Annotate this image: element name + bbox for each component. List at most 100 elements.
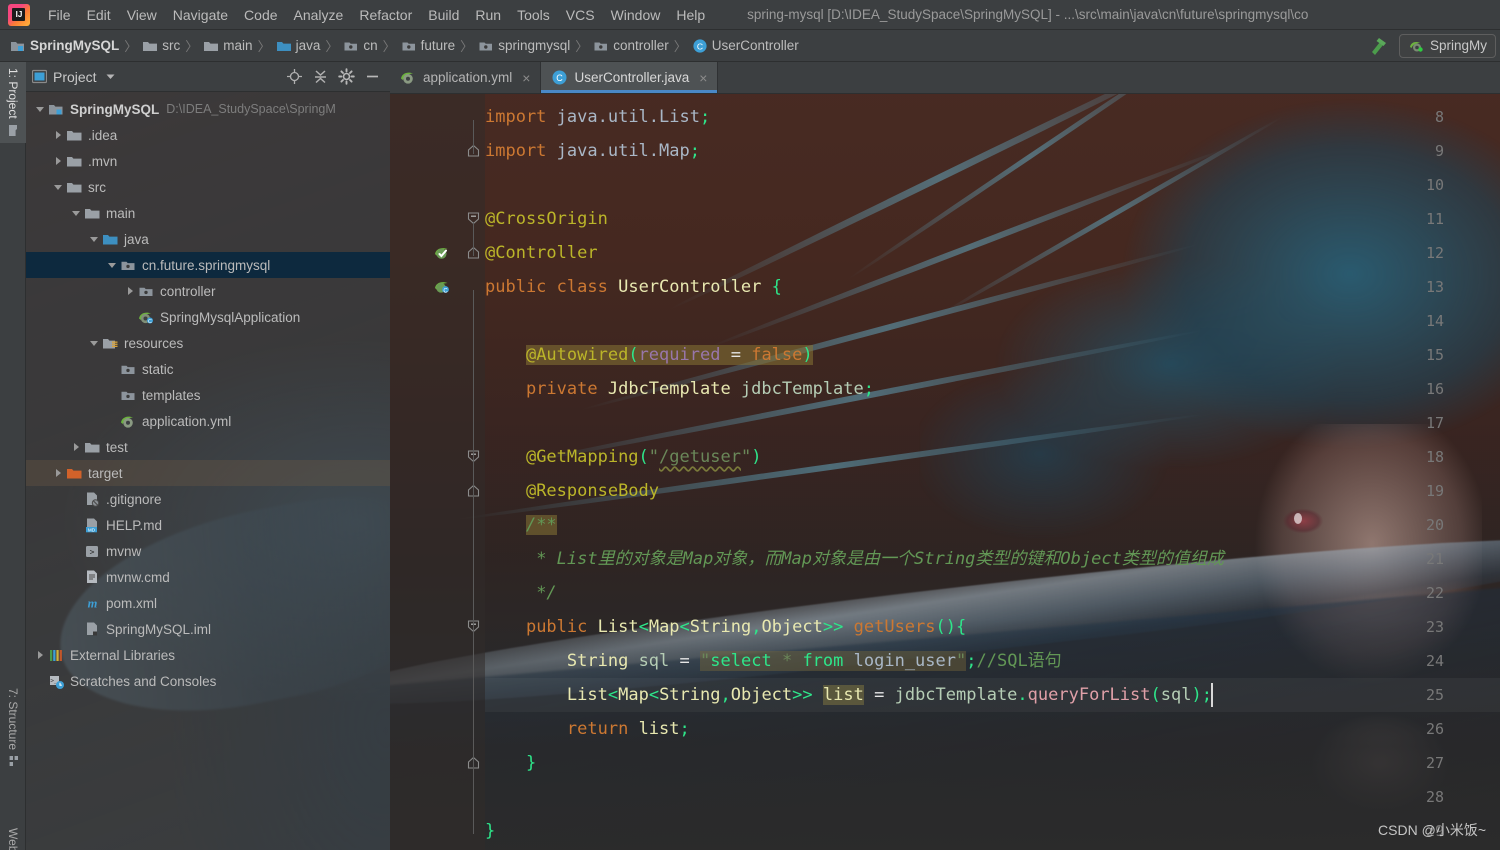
menu-item-help[interactable]: Help xyxy=(668,3,713,27)
chevron-down-icon[interactable] xyxy=(106,259,119,272)
spring-boot-icon xyxy=(1409,41,1423,52)
tree-item-static[interactable]: static xyxy=(26,356,390,382)
maven-icon: m xyxy=(88,596,98,610)
markdown-icon: MD xyxy=(84,517,101,534)
tree-item-controller[interactable]: controller xyxy=(26,278,390,304)
chevron-right-icon[interactable] xyxy=(52,467,65,480)
menu-item-code[interactable]: Code xyxy=(236,3,285,27)
code-line-13: public class UserController { xyxy=(485,277,782,297)
package-icon xyxy=(121,365,135,374)
tree-item-mvnw-cmd[interactable]: mvnw.cmd xyxy=(26,564,390,590)
tree-item-target[interactable]: target xyxy=(26,460,390,486)
tree-item-pom-xml[interactable]: m pom.xml xyxy=(26,590,390,616)
menu-item-window[interactable]: Window xyxy=(603,3,669,27)
code-line-23: public List<Map<String,Object>> getUsers… xyxy=(525,617,967,637)
tree-item-java[interactable]: java xyxy=(26,226,390,252)
source-code[interactable]: import java.util.List; import java.util.… xyxy=(485,100,1224,848)
breadcrumb-item-usercontroller[interactable]: C UserController xyxy=(690,38,801,54)
spring-bean-icon[interactable]: C xyxy=(434,278,451,295)
tree-item-mvnw[interactable]: > mvnw xyxy=(26,538,390,564)
package-icon xyxy=(121,261,135,270)
tree-arrow-spacer xyxy=(106,415,119,428)
breadcrumb-item-src[interactable]: src xyxy=(140,38,182,54)
breadcrumb-item-cn[interactable]: cn xyxy=(341,38,379,54)
chevron-right-icon[interactable] xyxy=(124,285,137,298)
build-hammer-icon[interactable] xyxy=(1367,35,1389,57)
hide-panel-icon[interactable] xyxy=(364,68,381,85)
menu-item-file[interactable]: File xyxy=(40,3,79,27)
tree-arrow-spacer xyxy=(70,519,83,532)
code-line-25: List<Map<String,Object>> list = jdbcTemp… xyxy=(566,685,1212,705)
chevron-down-icon[interactable] xyxy=(52,181,65,194)
svg-text:MD: MD xyxy=(88,527,96,532)
tree-item-external-libraries[interactable]: External Libraries xyxy=(26,642,390,668)
tree-item-mvn[interactable]: .mvn xyxy=(26,148,390,174)
close-icon[interactable]: × xyxy=(699,70,707,86)
menu-item-navigate[interactable]: Navigate xyxy=(165,3,236,27)
tool-button-web[interactable]: Web xyxy=(0,822,26,850)
project-tool-window: Project SpringMySQL D:\IDEA_StudySpace\S… xyxy=(26,62,390,850)
code-editor[interactable]: 8 9 10 11 12 13 C 14 15 16 17 18 19 20 21 22 23 24 25 26 27 2… xyxy=(390,94,1500,850)
breadcrumb-item-springmysql[interactable]: springmysql xyxy=(476,38,572,54)
chevron-down-icon[interactable] xyxy=(34,103,47,116)
editor-tab-usercontroller-java[interactable]: C UserController.java × xyxy=(541,62,719,93)
tree-item-label: java xyxy=(124,231,149,247)
menu-item-edit[interactable]: Edit xyxy=(79,3,119,27)
menu-item-run[interactable]: Run xyxy=(467,3,509,27)
menu-item-analyze[interactable]: Analyze xyxy=(286,3,352,27)
editor-tab-application-yml[interactable]: application.yml × xyxy=(390,62,542,93)
tree-item-test[interactable]: test xyxy=(26,434,390,460)
close-icon[interactable]: × xyxy=(522,70,530,86)
spring-bean-check-icon[interactable] xyxy=(434,244,451,261)
tree-item-cn-future-springmysql[interactable]: cn.future.springmysql xyxy=(26,252,390,278)
tool-button-project[interactable]: 1: Project xyxy=(0,62,26,143)
code-line-11: @CrossOrigin xyxy=(485,209,608,229)
code-line-9: import java.util.Map; xyxy=(485,141,700,161)
menu-item-vcs[interactable]: VCS xyxy=(558,3,603,27)
code-line-26: return list; xyxy=(566,719,690,739)
collapse-all-icon[interactable] xyxy=(312,68,329,85)
tree-item-src[interactable]: src xyxy=(26,174,390,200)
tool-button-structure[interactable]: 7: Structure xyxy=(0,682,26,774)
tree-item-application-yml[interactable]: application.yml xyxy=(26,408,390,434)
breadcrumb-item-springmysql[interactable]: SpringMySQL xyxy=(8,38,121,54)
chevron-down-icon[interactable] xyxy=(88,337,101,350)
chevron-right-icon[interactable] xyxy=(70,441,83,454)
chevron-right-icon[interactable] xyxy=(34,649,47,662)
chevron-right-icon[interactable] xyxy=(52,129,65,142)
tree-item-springmysql-iml[interactable]: SpringMySQL.iml xyxy=(26,616,390,642)
tree-item-label: main xyxy=(106,205,136,221)
tree-arrow-spacer xyxy=(106,363,119,376)
tree-arrow-spacer xyxy=(70,623,83,636)
line-number-15: 15 xyxy=(1425,346,1444,364)
breadcrumb-item-main[interactable]: main xyxy=(201,38,254,54)
tree-item-resources[interactable]: resources xyxy=(26,330,390,356)
tree-item-idea[interactable]: .idea xyxy=(26,122,390,148)
chevron-down-icon[interactable] xyxy=(70,207,83,220)
tree-item-help-md[interactable]: MD HELP.md xyxy=(26,512,390,538)
run-configuration-selector[interactable]: SpringMy xyxy=(1398,33,1496,58)
tree-item-springmysqlapplication[interactable]: C SpringMysqlApplication xyxy=(26,304,390,330)
tree-item-label: controller xyxy=(160,283,216,299)
menu-item-refactor[interactable]: Refactor xyxy=(351,3,420,27)
chevron-down-icon[interactable] xyxy=(88,233,101,246)
folder-icon xyxy=(8,124,17,136)
menu-item-build[interactable]: Build xyxy=(420,3,467,27)
tree-item-main[interactable]: main xyxy=(26,200,390,226)
menu-item-view[interactable]: View xyxy=(119,3,165,27)
chevron-right-icon[interactable] xyxy=(52,155,65,168)
tree-arrow-spacer xyxy=(124,311,137,324)
breadcrumb-item-future[interactable]: future xyxy=(399,38,458,54)
tree-item-gitignore[interactable]: .gitignore xyxy=(26,486,390,512)
menu-item-tools[interactable]: Tools xyxy=(509,3,558,27)
locate-icon[interactable] xyxy=(286,68,303,85)
window-title: spring-mysql [D:\IDEA_StudySpace\SpringM… xyxy=(747,7,1309,22)
breadcrumb-item-java[interactable]: java xyxy=(274,38,323,54)
tree-item-scratches-and-consoles[interactable]: >_ Scratches and Consoles xyxy=(26,668,390,694)
gear-icon[interactable] xyxy=(338,68,355,85)
tree-item-templates[interactable]: templates xyxy=(26,382,390,408)
tree-item-springmysql[interactable]: SpringMySQL D:\IDEA_StudySpace\SpringM xyxy=(26,96,390,122)
breadcrumb-item-controller[interactable]: controller xyxy=(591,38,671,54)
code-line-15: @Autowired(required = false) xyxy=(525,345,813,365)
chevron-down-icon[interactable] xyxy=(105,71,116,82)
